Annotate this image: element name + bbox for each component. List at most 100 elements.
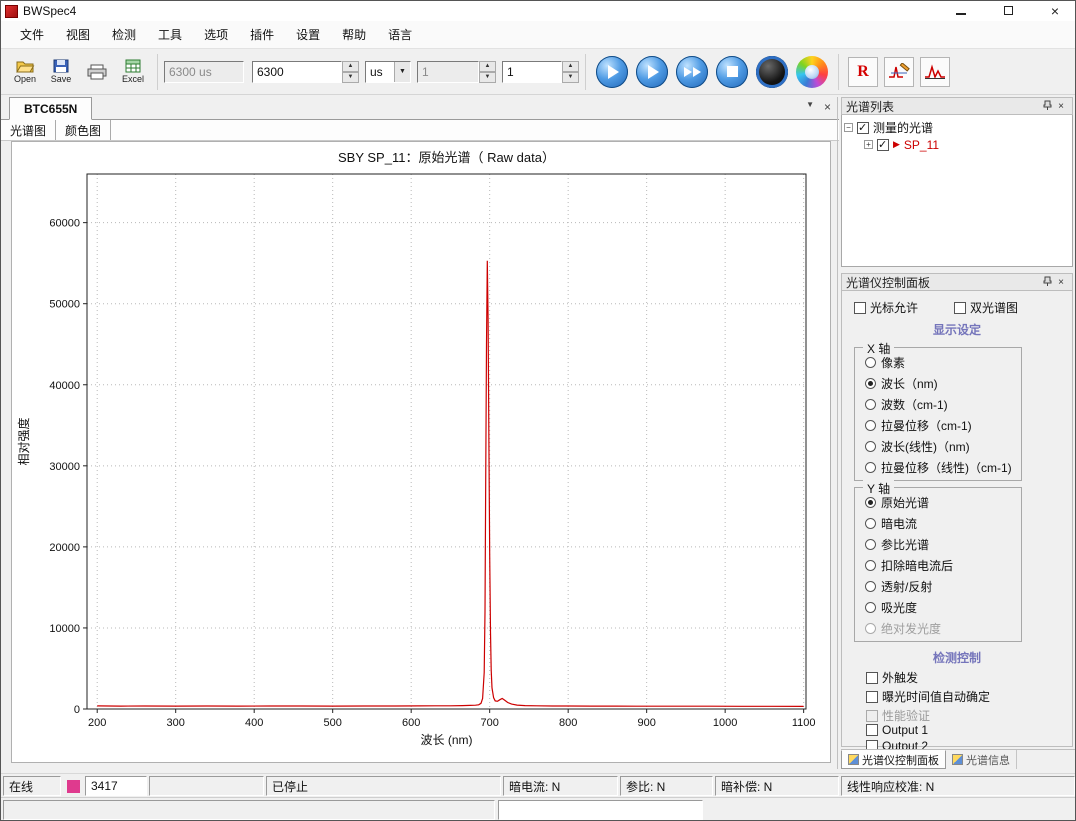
pin-icon[interactable] xyxy=(1040,276,1054,289)
xaxis-option-wavelength[interactable]: 波长（nm) xyxy=(855,373,1021,394)
reference-button[interactable]: R xyxy=(848,57,878,87)
linearity-calibration-status: 线性响应校准: N xyxy=(841,776,1075,796)
xaxis-option-raman-linear[interactable]: 拉曼位移（线性)（cm-1) xyxy=(855,457,1021,478)
root-checkbox[interactable] xyxy=(857,122,869,134)
spin-up-icon[interactable]: ▲ xyxy=(342,61,359,72)
bottom-left-segment xyxy=(3,800,495,820)
pin-icon[interactable] xyxy=(1040,100,1054,113)
minimize-button[interactable] xyxy=(956,4,966,18)
scan-continuous-button[interactable] xyxy=(636,56,668,88)
spectrum-view-button[interactable] xyxy=(920,57,950,87)
config-wizard-button[interactable] xyxy=(884,57,914,87)
tab-color-view[interactable]: 颜色图 xyxy=(56,120,111,140)
spectrum-chart[interactable]: 2003004005006007008009001000110001000020… xyxy=(12,142,830,762)
radio-icon xyxy=(865,420,876,431)
unit-dropdown[interactable]: us ▼ xyxy=(365,61,411,83)
expand-icon[interactable]: + xyxy=(864,140,873,149)
spin-up-icon: ▲ xyxy=(479,61,496,72)
menu-options[interactable]: 选项 xyxy=(193,22,239,48)
menu-acquire[interactable]: 检测 xyxy=(101,22,147,48)
cursor-enable-checkbox[interactable]: 光标允许 xyxy=(854,299,918,316)
option-label: 扣除暗电流后 xyxy=(881,557,953,574)
yaxis-option-dark-subtracted[interactable]: 扣除暗电流后 xyxy=(855,555,1021,576)
tab-btc655n[interactable]: BTC655N xyxy=(9,97,92,120)
integration-time-stepper[interactable]: ▲ ▼ xyxy=(342,61,359,83)
close-icon[interactable]: × xyxy=(1054,101,1068,112)
menu-language[interactable]: 语言 xyxy=(377,22,423,48)
radio-icon xyxy=(865,462,876,473)
item-checkbox[interactable] xyxy=(877,139,889,151)
toolbar: Open Save Excel 6300 us 6300 ▲ ▼ us ▼ 1 … xyxy=(1,49,1075,95)
play-icon xyxy=(648,65,659,79)
stop-button[interactable] xyxy=(716,56,748,88)
menu-settings[interactable]: 设置 xyxy=(285,22,331,48)
option-label: 波数（cm-1) xyxy=(881,396,948,413)
spin-up-icon[interactable]: ▲ xyxy=(562,61,579,72)
spin-down-icon[interactable]: ▼ xyxy=(562,72,579,83)
bottom-input-box[interactable] xyxy=(498,800,703,820)
yaxis-option-absorbance[interactable]: 吸光度 xyxy=(855,597,1021,618)
performance-check-label: 性能验证 xyxy=(882,707,930,724)
menu-tools[interactable]: 工具 xyxy=(147,22,193,48)
maximize-button[interactable] xyxy=(1004,4,1013,18)
bottom-bar xyxy=(1,797,1076,821)
average-stepper[interactable]: ▲ ▼ xyxy=(562,61,579,83)
xaxis-option-wavenumber[interactable]: 波数（cm-1) xyxy=(855,394,1021,415)
dual-spectrum-checkbox[interactable]: 双光谱图 xyxy=(954,299,1018,316)
maximize-icon xyxy=(1004,6,1013,15)
control-panel-tab-label: 光谱仪控制面板 xyxy=(862,752,939,768)
yaxis-option-dark[interactable]: 暗电流 xyxy=(855,513,1021,534)
fast-forward-icon xyxy=(684,67,692,77)
light-source-button[interactable] xyxy=(796,56,828,88)
menu-help[interactable]: 帮助 xyxy=(331,22,377,48)
svg-text:60000: 60000 xyxy=(49,218,80,230)
tab-list-dropdown-button[interactable]: ▼ xyxy=(806,100,814,114)
dark-scan-button[interactable] xyxy=(756,56,788,88)
excel-export-button[interactable]: Excel xyxy=(116,52,150,92)
auto-exposure-checkbox[interactable]: 曝光时间值自动确定 xyxy=(866,688,990,705)
output1-checkbox[interactable]: Output 1 xyxy=(866,723,928,737)
xaxis-option-wavelength-linear[interactable]: 波长(线性)（nm) xyxy=(855,436,1021,457)
svg-text:SBY SP_11：原始光谱（ Raw data）: SBY SP_11：原始光谱（ Raw data） xyxy=(338,150,555,165)
average-input[interactable]: 1 xyxy=(502,61,562,83)
open-button[interactable]: Open xyxy=(8,52,42,92)
app-window: BWSpec4 × 文件 视图 检测 工具 选项 插件 设置 帮助 语言 Ope… xyxy=(0,0,1076,821)
tab-control-panel[interactable]: 光谱仪控制面板 xyxy=(841,750,946,769)
collapse-icon[interactable]: − xyxy=(844,123,853,132)
average-display-stepper: ▲ ▼ xyxy=(479,61,496,83)
radio-icon xyxy=(865,539,876,550)
pane-splitter[interactable] xyxy=(837,97,838,769)
yaxis-option-transmission[interactable]: 透射/反射 xyxy=(855,576,1021,597)
tree-item-row[interactable]: + ▶ SP_11 xyxy=(844,136,1070,153)
radio-icon xyxy=(865,497,876,508)
close-button[interactable]: × xyxy=(1051,4,1059,18)
save-button[interactable]: Save xyxy=(44,52,78,92)
tab-spectrum-info[interactable]: 光谱信息 xyxy=(946,750,1017,769)
menu-plugins[interactable]: 插件 xyxy=(239,22,285,48)
chevron-down-icon[interactable]: ▼ xyxy=(394,62,410,82)
fast-scan-button[interactable] xyxy=(676,56,708,88)
external-trigger-checkbox[interactable]: 外触发 xyxy=(866,669,918,686)
radio-icon xyxy=(865,357,876,368)
scan-once-button[interactable] xyxy=(596,56,628,88)
open-folder-icon xyxy=(16,59,35,73)
tab-close-button[interactable]: × xyxy=(824,100,831,114)
panel-icon xyxy=(952,754,963,765)
panel-icon xyxy=(848,754,859,765)
spin-down-icon[interactable]: ▼ xyxy=(342,72,359,83)
yaxis-option-reference[interactable]: 参比光谱 xyxy=(855,534,1021,555)
progress-segment xyxy=(149,776,264,796)
menu-file[interactable]: 文件 xyxy=(9,22,55,48)
integration-time-input[interactable]: 6300 xyxy=(252,61,342,83)
option-label: 拉曼位移（cm-1) xyxy=(881,417,972,434)
radio-icon xyxy=(865,560,876,571)
tree-root-row[interactable]: − 测量的光谱 xyxy=(844,119,1070,136)
menu-view[interactable]: 视图 xyxy=(55,22,101,48)
print-button[interactable] xyxy=(80,52,114,92)
tab-spectrum-view[interactable]: 光谱图 xyxy=(1,120,56,140)
spin-down-icon: ▼ xyxy=(479,72,496,83)
output1-label: Output 1 xyxy=(882,723,928,737)
excel-grid-icon xyxy=(125,59,141,73)
close-icon[interactable]: × xyxy=(1054,277,1068,288)
xaxis-option-raman-shift[interactable]: 拉曼位移（cm-1) xyxy=(855,415,1021,436)
